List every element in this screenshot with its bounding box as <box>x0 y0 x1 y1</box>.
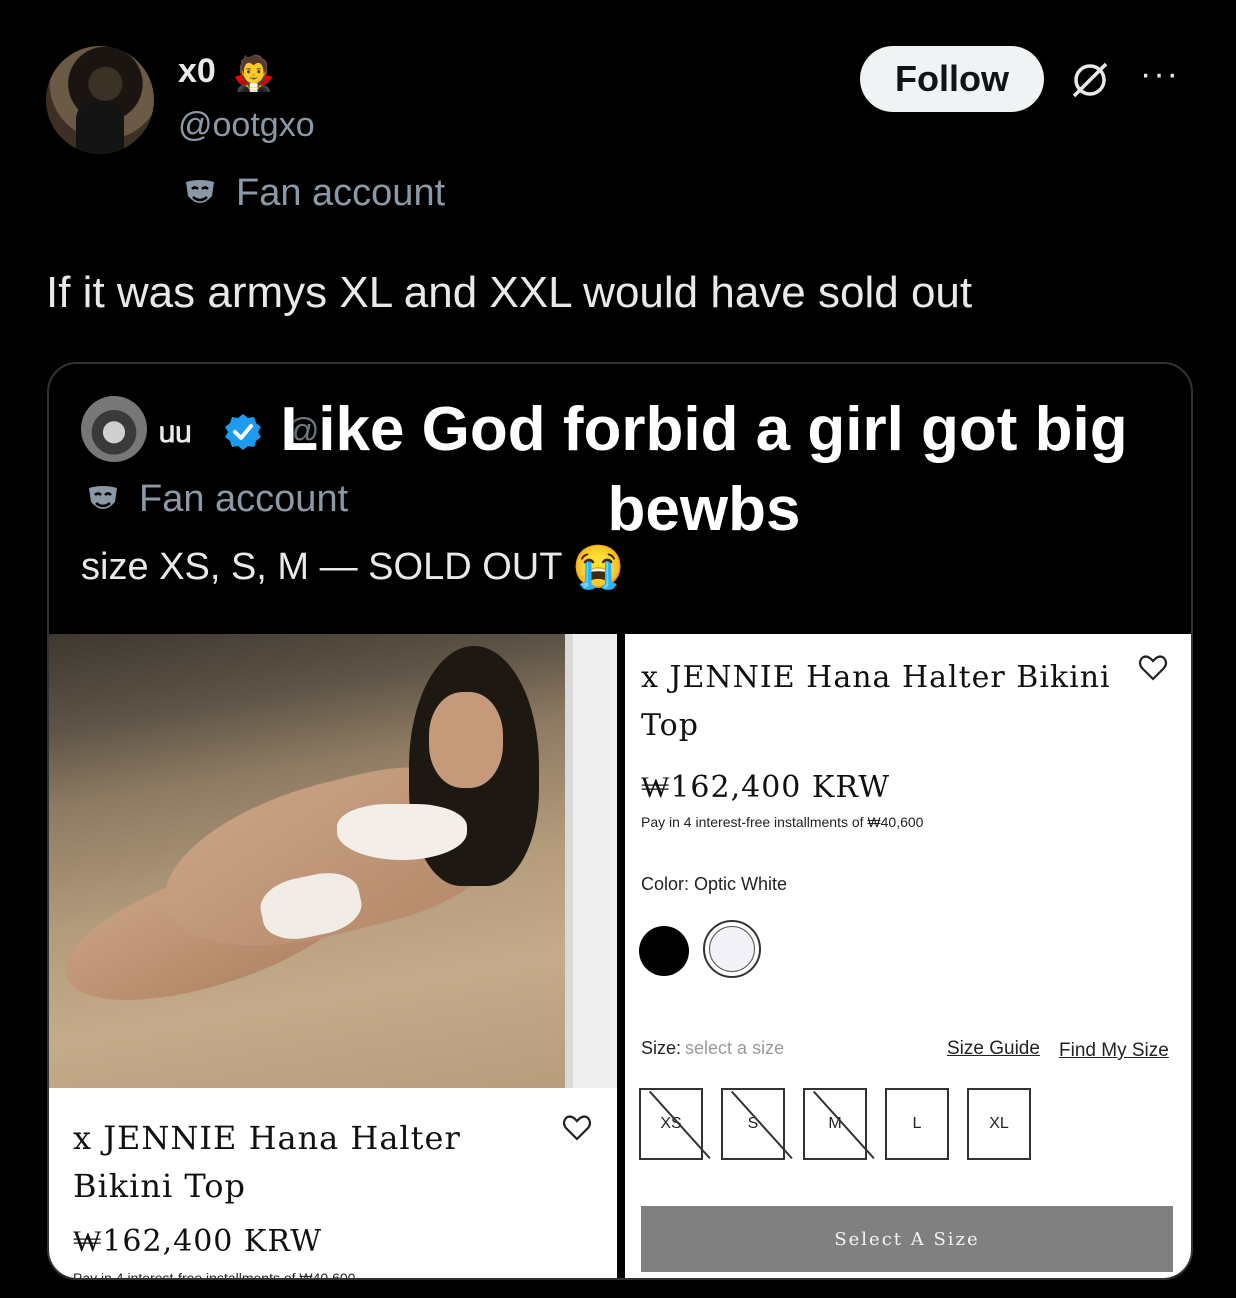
installment-text: Pay in 4 interest-free installments of ₩… <box>641 814 924 830</box>
grok-icon[interactable] <box>1066 56 1114 104</box>
size-option-l[interactable]: L <box>885 1088 949 1160</box>
select-size-button[interactable]: Select A Size <box>641 1206 1173 1272</box>
product-price: ₩162,400 KRW <box>73 1224 323 1259</box>
heart-icon[interactable] <box>1137 652 1169 684</box>
mask-icon <box>186 179 214 203</box>
photo-detail <box>337 804 467 860</box>
size-options: XS S M L XL <box>639 1088 1031 1160</box>
quoted-author-name[interactable]: ᥙᥙ <box>159 416 192 450</box>
find-my-size-link[interactable]: Find My Size <box>1059 1040 1169 1062</box>
author-label: Fan account <box>182 172 445 215</box>
product-detail-panel[interactable]: x JENNIE Hana Halter Bikini Top ₩162,400… <box>625 634 1191 1278</box>
quoted-author-avatar[interactable] <box>81 396 147 462</box>
author-avatar[interactable] <box>46 46 154 154</box>
color-label: Color: Optic White <box>641 874 788 894</box>
quoted-post-text-body: size XS, S, M — SOLD OUT <box>81 545 563 588</box>
author-name-emoji: 🧛 <box>232 55 276 93</box>
product-title[interactable]: x JENNIE Hana Halter Bikini Top <box>73 1114 553 1210</box>
mask-icon <box>89 485 117 509</box>
size-guide-link[interactable]: Size Guide <box>947 1038 1040 1060</box>
color-swatch-optic-white[interactable] <box>703 920 761 978</box>
product-photo <box>49 634 565 1088</box>
photo-detail <box>429 692 503 788</box>
verified-badge-icon <box>225 414 261 450</box>
size-option-s[interactable]: S <box>721 1088 785 1160</box>
size-option-xs[interactable]: XS <box>639 1088 703 1160</box>
author-display-name[interactable]: x0 <box>178 52 216 91</box>
follow-button[interactable]: Follow <box>860 46 1044 112</box>
size-option-xl[interactable]: XL <box>967 1088 1031 1160</box>
product-image-panel[interactable]: x JENNIE Hana Halter Bikini Top ₩162,400… <box>49 634 617 1278</box>
carousel-next-peek <box>573 634 617 1088</box>
heart-icon[interactable] <box>561 1112 593 1144</box>
color-swatch-black[interactable] <box>639 926 689 976</box>
size-label: Size: select a size <box>641 1038 784 1059</box>
quoted-post-card[interactable]: ᥙᥙ @ Fan account size XS, S, M — SOLD OU… <box>47 362 1193 1280</box>
product-title: x JENNIE Hana Halter Bikini Top <box>641 660 1111 743</box>
author-handle[interactable]: @ootgxo <box>178 106 315 145</box>
size-label-text: Size: <box>641 1038 682 1058</box>
tweet-text: If it was armys XL and XXL would have so… <box>46 268 973 317</box>
more-icon[interactable]: ··· <box>1140 57 1188 91</box>
panel-divider <box>617 634 625 1278</box>
author-label-text: Fan account <box>236 172 446 214</box>
product-price: ₩162,400 KRW <box>641 770 891 805</box>
size-placeholder: select a size <box>685 1038 785 1058</box>
overlay-caption: Like God forbid a girl got big bewbs <box>280 395 1128 544</box>
size-option-m[interactable]: M <box>803 1088 867 1160</box>
installment-text: Pay in 4 interest-free installments of ₩… <box>73 1270 356 1278</box>
